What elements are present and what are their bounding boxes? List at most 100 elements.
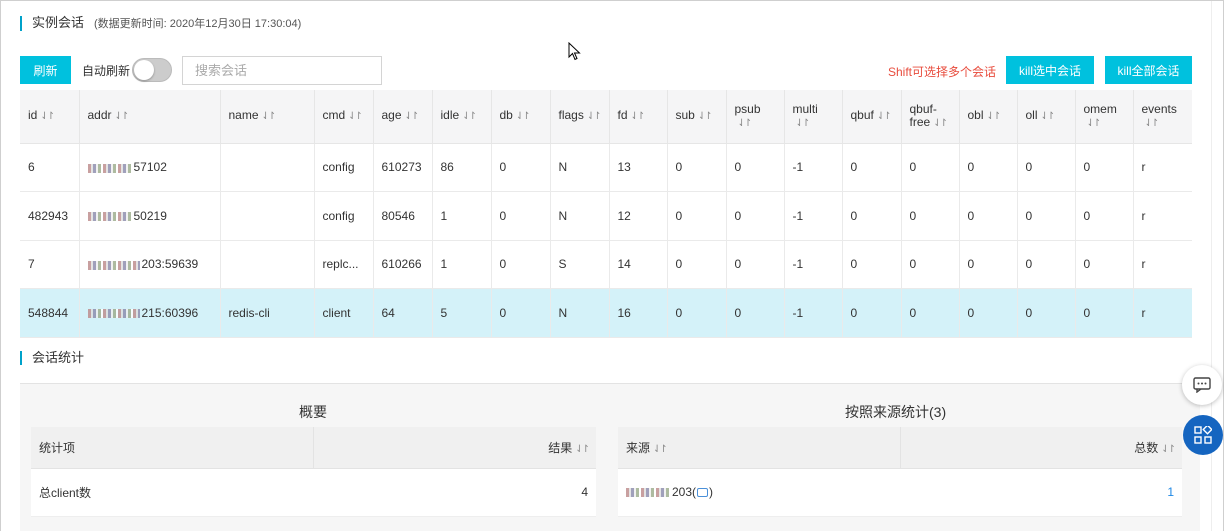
- col-stat-result[interactable]: 结果 ⇃↾: [313, 427, 596, 469]
- cell-oll: 0: [1017, 191, 1076, 241]
- sort-icon[interactable]: ⇃↾: [587, 111, 602, 122]
- cell-events: r: [1133, 240, 1192, 289]
- cell-db: 0: [491, 240, 551, 289]
- by-source-title: 按照来源统计(3): [845, 404, 947, 420]
- cell-sub: 0: [667, 191, 727, 241]
- cell-idle: 1: [432, 191, 492, 241]
- col-cmd[interactable]: cmd ⇃↾: [314, 90, 374, 144]
- session-search-input[interactable]: [182, 56, 382, 85]
- cell-id: 548844: [20, 288, 80, 338]
- sort-icon[interactable]: ⇃↾: [877, 111, 892, 122]
- mouse-pointer-icon: [568, 42, 581, 61]
- col-flags[interactable]: flags ⇃↾: [550, 90, 610, 144]
- cell-fd: 14: [609, 240, 668, 289]
- sort-icon[interactable]: ⇃↾: [40, 111, 55, 122]
- stat-item-cell: 总client数: [31, 468, 313, 517]
- sort-icon[interactable]: ⇃↾: [796, 118, 811, 129]
- redacted-ip: [87, 260, 140, 270]
- col-addr[interactable]: addr ⇃↾: [79, 90, 221, 144]
- table-row[interactable]: 6 57102 config 610273 86 0 N 13 0 0 -1 0 0 0 0 0 r: [20, 143, 1192, 192]
- auto-refresh-toggle[interactable]: [132, 58, 172, 82]
- cell-psub: 0: [726, 191, 785, 241]
- sort-icon[interactable]: ⇃↾: [575, 444, 590, 455]
- share-icon[interactable]: [697, 488, 709, 498]
- auto-refresh-label: 自动刷新: [82, 64, 131, 78]
- sort-icon[interactable]: ⇃↾: [698, 111, 713, 122]
- overview-title: 概要: [299, 404, 327, 420]
- cell-qbuf-free: 0: [901, 288, 960, 338]
- sort-icon[interactable]: ⇃↾: [738, 118, 753, 129]
- col-db[interactable]: db ⇃↾: [491, 90, 551, 144]
- cell-sub: 0: [667, 240, 727, 289]
- sort-icon[interactable]: ⇃↾: [462, 111, 477, 122]
- sort-icon[interactable]: ⇃↾: [653, 444, 668, 455]
- col-qbuf-free[interactable]: qbuf-free ⇃↾: [901, 90, 960, 144]
- redacted-ip: [626, 488, 670, 498]
- redacted-ip: [87, 163, 132, 173]
- table-row[interactable]: 7 203:59639 replc... 610266 1 0 S 14 0 0 -1 0 0 0 0 0 r: [20, 240, 1192, 289]
- col-source[interactable]: 来源 ⇃↾: [618, 427, 901, 469]
- cell-db: 0: [491, 143, 551, 192]
- col-events[interactable]: events ⇃↾: [1133, 90, 1192, 144]
- apps-button[interactable]: [1183, 415, 1223, 455]
- sort-icon[interactable]: ⇃↾: [1145, 118, 1160, 129]
- redacted-ip: [87, 212, 132, 222]
- cell-qbuf: 0: [842, 240, 902, 289]
- col-obl[interactable]: obl ⇃↾: [959, 90, 1018, 144]
- sort-icon[interactable]: ⇃↾: [631, 111, 646, 122]
- table-row: 总client数 4: [31, 468, 596, 517]
- col-total[interactable]: 总数 ⇃↾: [900, 427, 1182, 469]
- sort-icon[interactable]: ⇃↾: [1041, 111, 1056, 122]
- cell-id: 6: [20, 143, 80, 192]
- col-idle[interactable]: idle ⇃↾: [432, 90, 492, 144]
- chat-button[interactable]: [1182, 365, 1222, 405]
- cell-addr: 215:60396: [79, 288, 221, 338]
- sort-icon[interactable]: ⇃↾: [115, 111, 130, 122]
- sort-icon[interactable]: ⇃↾: [262, 111, 277, 122]
- overview-header-row: 统计项 结果 ⇃↾: [31, 427, 596, 469]
- cell-name: [220, 191, 315, 241]
- table-row[interactable]: 548844 215:60396 redis-cli client 64 5 0 N 16 0 0-…: [20, 288, 1192, 338]
- cell-age: 610266: [373, 240, 433, 289]
- col-id[interactable]: id ⇃↾: [20, 90, 80, 144]
- sort-icon[interactable]: ⇃↾: [1087, 118, 1102, 129]
- sort-icon[interactable]: ⇃↾: [348, 111, 363, 122]
- sort-icon[interactable]: ⇃↾: [1161, 444, 1176, 455]
- col-fd[interactable]: fd ⇃↾: [609, 90, 668, 144]
- source-cell: 203(): [618, 468, 900, 517]
- by-source-table: 来源 ⇃↾ 总数 ⇃↾ 203() 1: [618, 427, 1182, 517]
- source-total-link[interactable]: 1: [900, 468, 1182, 517]
- col-name[interactable]: name ⇃↾: [220, 90, 315, 144]
- col-psub[interactable]: psub ⇃↾: [726, 90, 785, 144]
- sort-icon[interactable]: ⇃↾: [405, 111, 420, 122]
- col-qbuf[interactable]: qbuf ⇃↾: [842, 90, 902, 144]
- col-multi[interactable]: multi ⇃↾: [784, 90, 843, 144]
- cell-omem: 0: [1075, 143, 1134, 192]
- sort-icon[interactable]: ⇃↾: [516, 111, 531, 122]
- sessions-table: id ⇃↾ addr ⇃↾ name ⇃↾ cmd ⇃↾ age ⇃↾ idle ⇃↾ db…: [20, 90, 1192, 338]
- cell-addr: 50219: [79, 191, 221, 241]
- overview-table: 统计项 结果 ⇃↾ 总client数 4: [31, 427, 596, 517]
- stats-section-title: 会话统计: [20, 351, 84, 365]
- col-age[interactable]: age ⇃↾: [373, 90, 433, 144]
- cell-events: r: [1133, 288, 1192, 338]
- stat-result-cell: 4: [313, 468, 596, 517]
- cell-age: 80546: [373, 191, 433, 241]
- kill-selected-button[interactable]: kill选中会话: [1006, 56, 1094, 84]
- sort-icon[interactable]: ⇃↾: [933, 118, 948, 129]
- cell-addr: 203:59639: [79, 240, 221, 289]
- cell-cmd: replc...: [314, 240, 374, 289]
- table-row[interactable]: 482943 50219 config 80546 1 0 N 12 0 0 -1 0 0 0 0 0 r: [20, 191, 1192, 241]
- col-omem[interactable]: omem ⇃↾: [1075, 90, 1134, 144]
- cell-fd: 13: [609, 143, 668, 192]
- cell-flags: N: [550, 288, 610, 338]
- sort-icon[interactable]: ⇃↾: [987, 111, 1002, 122]
- col-oll[interactable]: oll ⇃↾: [1017, 90, 1076, 144]
- refresh-button[interactable]: 刷新: [20, 56, 71, 84]
- cell-obl: 0: [959, 143, 1018, 192]
- cell-qbuf: 0: [842, 288, 902, 338]
- cell-qbuf-free: 0: [901, 240, 960, 289]
- col-sub[interactable]: sub ⇃↾: [667, 90, 727, 144]
- kill-all-button[interactable]: kill全部会话: [1105, 56, 1192, 84]
- cell-psub: 0: [726, 240, 785, 289]
